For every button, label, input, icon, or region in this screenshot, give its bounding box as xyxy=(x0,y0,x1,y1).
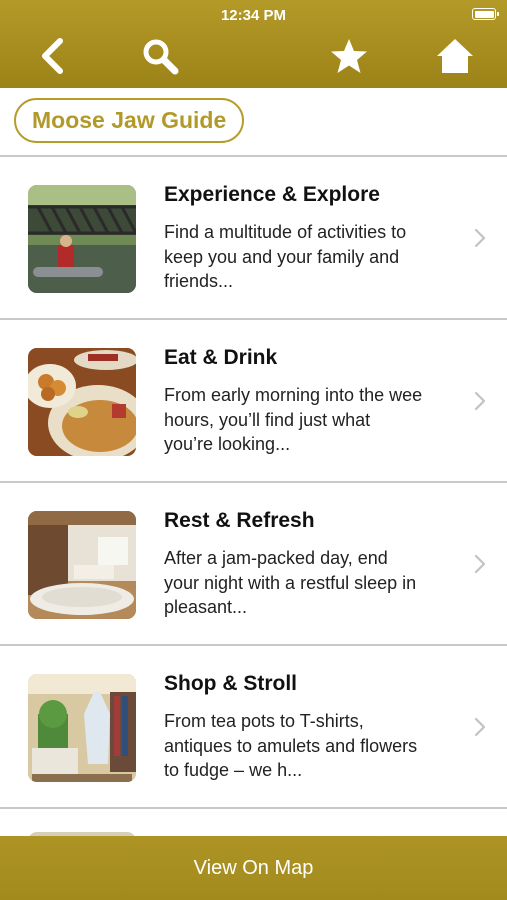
chevron-left-icon xyxy=(42,38,63,74)
category-description: From early morning into the wee hours, y… xyxy=(164,385,423,454)
category-row-eat-drink[interactable]: Eat & Drink From early morning into the … xyxy=(0,320,507,481)
eat-drink-thumbnail xyxy=(28,348,136,456)
favorites-button[interactable] xyxy=(329,36,369,76)
search-button[interactable] xyxy=(140,36,180,76)
chevron-right-icon xyxy=(473,390,487,412)
view-on-map-button[interactable]: View On Map xyxy=(0,836,507,900)
chevron-right-icon xyxy=(473,553,487,575)
battery-icon xyxy=(472,8,499,20)
shop-stroll-thumbnail xyxy=(28,674,136,782)
home-icon xyxy=(437,39,473,73)
category-description: After a jam-packed day, end your night w… xyxy=(164,548,417,617)
category-title: Rest & Refresh xyxy=(164,509,315,532)
category-title: Experience & Explore xyxy=(164,183,380,206)
category-row-shop-stroll[interactable]: Shop & Stroll From tea pots to T-shirts,… xyxy=(0,646,507,807)
chevron-right-icon xyxy=(473,227,487,249)
star-icon xyxy=(331,39,367,73)
guide-button[interactable]: Moose Jaw Guide xyxy=(14,98,245,143)
status-bar: 12:34 PM xyxy=(0,0,507,30)
chevron-right-icon xyxy=(473,716,487,738)
category-row-rest-refresh[interactable]: Rest & Refresh After a jam-packed day, e… xyxy=(0,483,507,644)
status-time: 12:34 PM xyxy=(220,7,287,24)
top-navigation-bar: 12:34 PM xyxy=(0,0,507,88)
category-row-experience-explore[interactable]: Experience & Explore Find a multitude of… xyxy=(0,157,507,318)
category-description: From tea pots to T-shirts, antiques to a… xyxy=(164,711,418,780)
back-button[interactable] xyxy=(34,36,74,76)
rest-refresh-thumbnail xyxy=(28,511,136,619)
experience-explore-thumbnail xyxy=(28,185,136,293)
category-title: Eat & Drink xyxy=(164,346,278,369)
search-icon xyxy=(143,39,179,75)
guide-header: Moose Jaw Guide xyxy=(0,88,507,155)
home-button[interactable] xyxy=(435,36,475,76)
category-title: Shop & Stroll xyxy=(164,672,297,695)
view-on-map-label: View On Map xyxy=(193,857,314,879)
category-description: Find a multitude of activities to keep y… xyxy=(164,222,407,291)
divider xyxy=(0,807,507,809)
